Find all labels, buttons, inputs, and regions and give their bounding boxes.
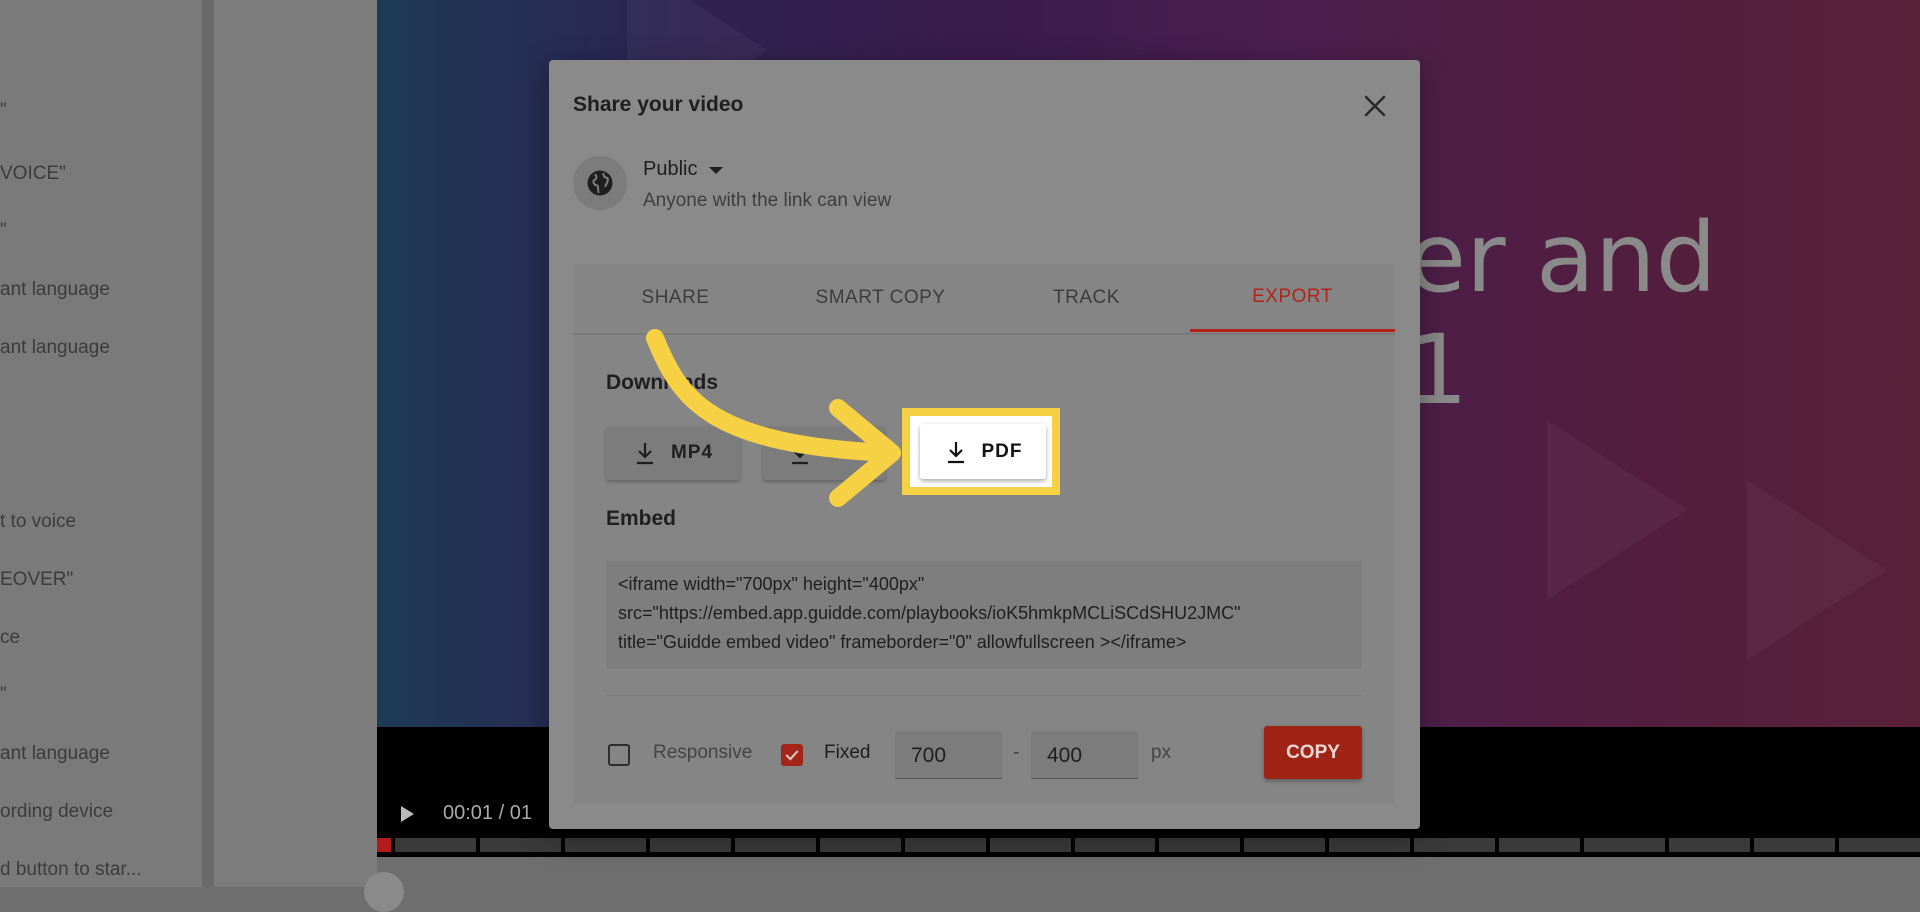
progress-segment [989,838,1071,852]
left-item[interactable]: ant language [0,743,110,765]
video-title-line: er and [1407,202,1717,314]
progress-segment [649,838,731,852]
copy-button[interactable]: COPY [1264,726,1362,779]
embed-code-line: src="https://embed.app.guidde.com/playbo… [618,603,1241,623]
arrow-icon [646,329,901,507]
progress-segment [377,838,391,852]
left-item[interactable]: t to voice [0,511,76,533]
progress-segment [1329,838,1411,852]
tab-export[interactable]: EXPORT [1190,264,1395,332]
fixed-label: Fixed [824,742,871,763]
dialog-title: Share your video [573,93,744,116]
size-separator: - [1013,742,1020,763]
avatar [364,872,404,912]
progress-segment [1584,838,1666,852]
video-progress-bar[interactable] [377,838,1920,852]
left-item[interactable]: " [0,220,7,242]
progress-segment [1159,838,1241,852]
left-item[interactable]: EOVER" [0,569,73,591]
download-pdf-button[interactable]: PDF [920,424,1046,479]
close-icon [1364,95,1386,117]
left-item[interactable]: " [0,684,7,706]
download-icon [947,441,964,463]
progress-segment [564,838,646,852]
progress-segment [734,838,816,852]
decorative-shape [1547,420,1687,600]
left-item[interactable]: ant language [0,337,110,359]
video-time: 00:01 / 01 [443,802,532,824]
left-item[interactable]: ce [0,627,20,649]
left-item[interactable]: " [0,100,7,122]
embed-code-box[interactable]: <iframe width="700px" height="400px" src… [606,561,1362,669]
embed-code-line: <iframe width="700px" height="400px" [618,574,925,594]
progress-segment [1414,838,1496,852]
left-panel: " VOICE" " ant language ant language t t… [0,0,202,887]
height-input[interactable]: 400 [1031,731,1138,779]
progress-segment [1754,838,1835,852]
progress-segment [1244,838,1326,852]
left-item[interactable]: d button to star... [0,859,142,881]
progress-segment [904,838,986,852]
download-label: PDF [981,440,1023,462]
fixed-checkbox[interactable] [781,744,803,766]
responsive-label: Responsive [653,742,753,763]
left-item[interactable]: VOICE" [0,163,66,185]
progress-segment [819,838,901,852]
check-icon [785,750,799,761]
visibility-icon-wrap [573,156,627,210]
caret-down-icon [709,167,724,174]
left-item[interactable]: ant language [0,279,110,301]
progress-segment [479,838,561,852]
pdf-highlight: PDF [902,408,1060,495]
progress-segment [1499,838,1581,852]
visibility-dropdown[interactable]: Public [643,158,724,181]
globe-icon [587,170,613,196]
unit-label: px [1151,742,1172,763]
middle-panel [214,0,377,887]
close-button[interactable] [1359,90,1391,122]
progress-segment [1669,838,1750,852]
progress-segment [1838,838,1920,852]
visibility-description: Anyone with the link can view [643,190,892,211]
tab-track[interactable]: TRACK [984,264,1189,331]
width-input[interactable]: 700 [895,731,1002,779]
divider [606,695,1362,696]
progress-segment [395,838,476,852]
visibility-label: Public [643,158,698,180]
responsive-checkbox[interactable] [608,744,630,766]
play-icon[interactable] [401,806,414,822]
left-item[interactable]: ording device [0,801,113,823]
decorative-shape [1747,480,1887,660]
progress-segment [1074,838,1156,852]
embed-code-line: title="Guidde embed video" frameborder="… [618,632,1187,652]
panel-divider[interactable] [202,0,214,887]
